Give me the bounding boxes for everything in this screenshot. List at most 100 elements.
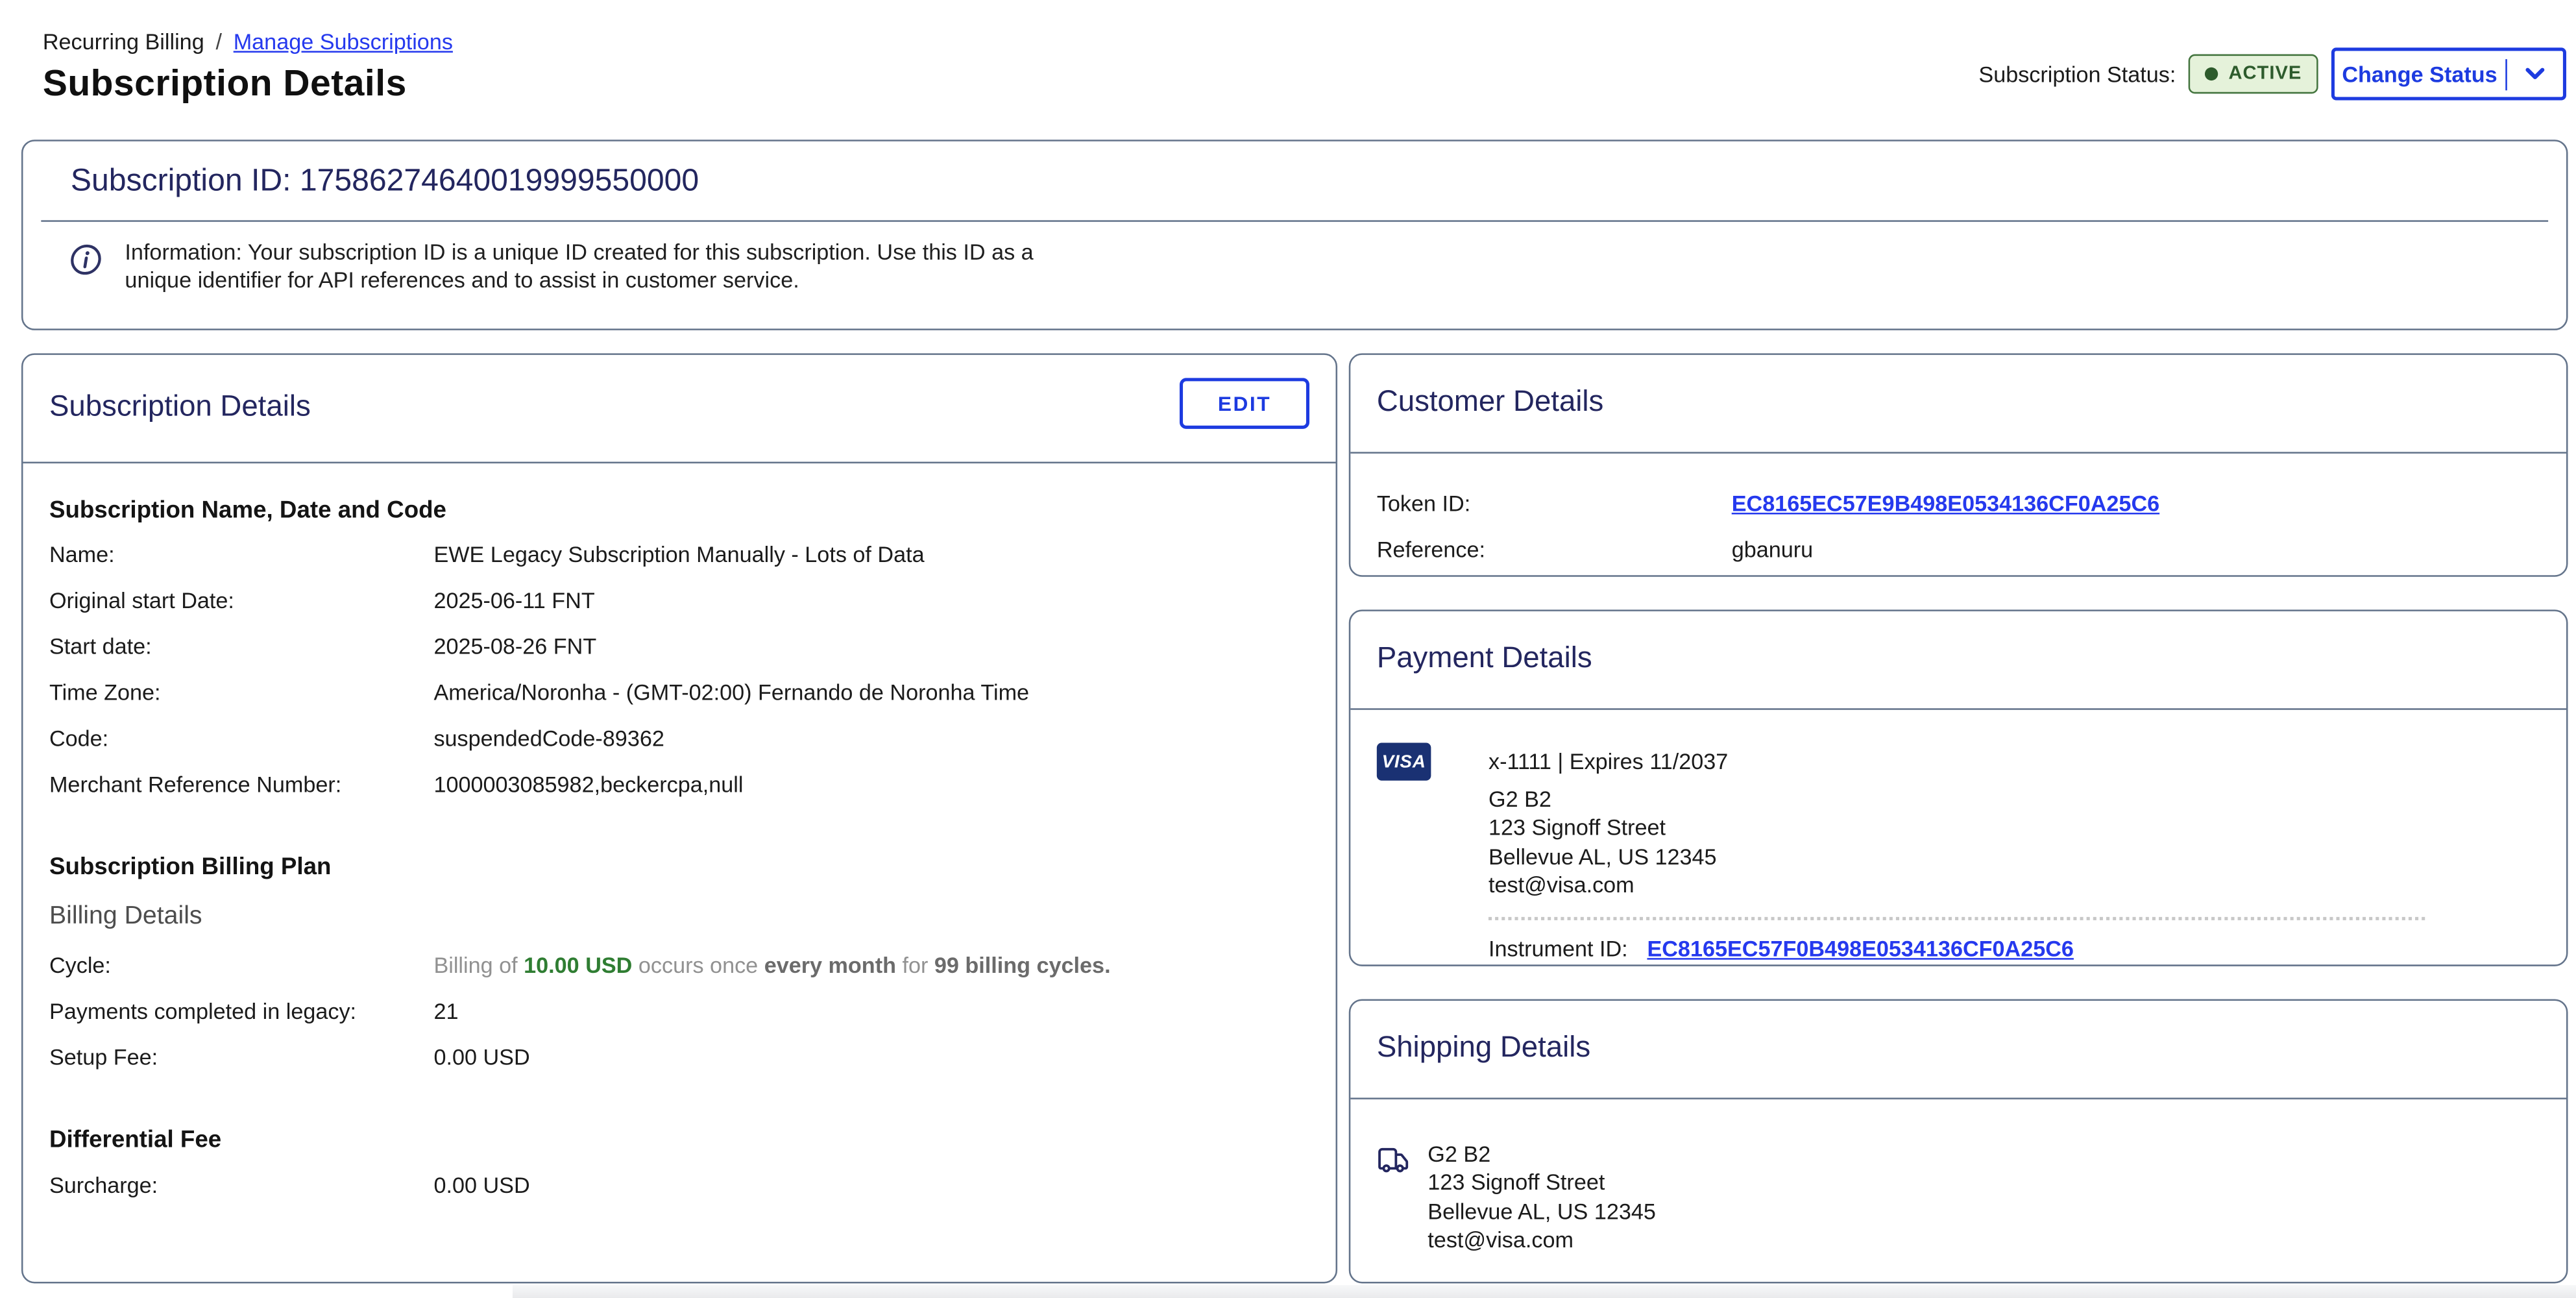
edit-button[interactable]: EDIT xyxy=(1180,378,1309,428)
field-row-merchant-reference: Merchant Reference Number: 1000003085982… xyxy=(49,771,1309,799)
status-badge-text: ACTIVE xyxy=(2228,64,2302,84)
subscription-status-bar: Subscription Status: ACTIVE Change Statu… xyxy=(1978,47,2566,100)
cycle-text: Billing of xyxy=(433,953,524,978)
field-row-token-id: Token ID: EC8165EC57E9B498E0534136CF0A25… xyxy=(1377,490,2540,518)
customer-details-header: Customer Details xyxy=(1350,355,2566,419)
field-label: Cycle: xyxy=(49,951,433,979)
address-line: Bellevue AL, US 12345 xyxy=(1428,1197,1656,1226)
cycle-text: occurs once xyxy=(632,953,764,978)
subscription-details-body: Subscription Name, Date and Code Name: E… xyxy=(23,463,1335,1199)
shipping-details-panel: Shipping Details xyxy=(1349,999,2568,1283)
section-title-differential-fee: Differential Fee xyxy=(49,1127,1309,1154)
bottom-shadow xyxy=(513,1285,2576,1298)
subscription-details-panel: Subscription Details EDIT Subscription N… xyxy=(21,353,1337,1283)
cycle-frequency: every month xyxy=(764,953,896,978)
change-status-label: Change Status xyxy=(2335,62,2505,86)
address-line: test@visa.com xyxy=(1428,1226,1656,1255)
field-row-original-start-date: Original start Date: 2025-06-11 FNT xyxy=(49,587,1309,615)
cycle-sentence: Billing of 10.00 USD occurs once every m… xyxy=(433,951,1110,979)
field-value: EWE Legacy Subscription Manually - Lots … xyxy=(433,541,924,569)
section-title-billing-plan: Subscription Billing Plan xyxy=(49,855,1309,881)
field-label: Surcharge: xyxy=(49,1171,433,1199)
chevron-down-icon[interactable] xyxy=(2507,62,2563,85)
field-row-cycle: Cycle: Billing of 10.00 USD occurs once … xyxy=(49,951,1309,979)
field-label: Original start Date: xyxy=(49,587,433,615)
field-label: Reference: xyxy=(1377,535,1732,563)
field-label: Payments completed in legacy: xyxy=(49,998,433,1025)
main-content: Subscription Details EDIT Subscription N… xyxy=(0,330,2576,1284)
field-value: 0.00 USD xyxy=(433,1044,529,1071)
field-value: 21 xyxy=(433,998,458,1025)
info-icon xyxy=(71,243,104,276)
info-text-line: unique identifier for API references and… xyxy=(125,267,1033,294)
field-row-code: Code: suspendedCode-89362 xyxy=(49,725,1309,753)
billing-details-subtitle: Billing Details xyxy=(49,902,1309,932)
field-value: America/Noronha - (GMT-02:00) Fernando d… xyxy=(433,679,1029,707)
billing-address: G2 B2 123 Signoff Street Bellevue AL, US… xyxy=(1488,785,2540,900)
topbar: Recurring Billing / Manage Subscriptions… xyxy=(0,0,2576,105)
status-dot-icon xyxy=(2205,67,2218,80)
field-row-setup-fee: Setup Fee: 0.00 USD xyxy=(49,1044,1309,1071)
field-label: Code: xyxy=(49,725,433,753)
info-text: Information: Your subscription ID is a u… xyxy=(125,240,1033,295)
shipping-details-heading: Shipping Details xyxy=(1377,1031,1590,1065)
field-value: gbanuru xyxy=(1732,535,1813,563)
subscription-id-card: Subscription ID: 17586274640019999550000… xyxy=(21,140,2568,330)
card-brand-column: VISA xyxy=(1377,742,1488,962)
token-id-link[interactable]: EC8165EC57E9B498E0534136CF0A25C6 xyxy=(1732,490,2159,518)
cycle-amount: 10.00 USD xyxy=(524,953,632,978)
field-value: 2025-06-11 FNT xyxy=(433,587,594,615)
shipping-details-header: Shipping Details xyxy=(1350,1001,2566,1065)
change-status-button[interactable]: Change Status xyxy=(2331,47,2566,100)
payment-info-column: x-1111 | Expires 11/2037 G2 B2 123 Signo… xyxy=(1488,742,2540,962)
card-number-expiry: x-1111 | Expires 11/2037 xyxy=(1488,742,2540,780)
field-row-time-zone: Time Zone: America/Noronha - (GMT-02:00)… xyxy=(49,679,1309,707)
truck-icon xyxy=(1377,1144,1410,1177)
address-line: G2 B2 xyxy=(1428,1140,1656,1169)
divider xyxy=(41,220,2548,222)
payment-card-block: VISA x-1111 | Expires 11/2037 G2 B2 123 … xyxy=(1377,729,2540,962)
field-label: Start date: xyxy=(49,633,433,661)
payment-details-panel: Payment Details VISA x-1111 | Expires 11… xyxy=(1349,609,2568,966)
status-badge: ACTIVE xyxy=(2189,55,2318,94)
subscription-status-label: Subscription Status: xyxy=(1978,62,2176,86)
subscription-details-heading: Subscription Details xyxy=(49,389,311,424)
payment-details-body: VISA x-1111 | Expires 11/2037 G2 B2 123 … xyxy=(1350,710,2566,962)
address-line: G2 B2 xyxy=(1488,785,2540,814)
page-title: Subscription Details xyxy=(43,62,453,105)
instrument-id-label: Instrument ID: xyxy=(1488,936,1628,961)
breadcrumb-section: Recurring Billing xyxy=(43,30,204,55)
breadcrumb-link-manage-subscriptions[interactable]: Manage Subscriptions xyxy=(234,30,453,55)
topbar-left: Recurring Billing / Manage Subscriptions… xyxy=(43,30,453,105)
info-message: Information: Your subscription ID is a u… xyxy=(41,240,2548,295)
page: Recurring Billing / Manage Subscriptions… xyxy=(0,0,2576,1295)
field-value: suspendedCode-89362 xyxy=(433,725,664,753)
address-line: test@visa.com xyxy=(1488,872,2540,900)
shipping-address-block: G2 B2 123 Signoff Street Bellevue AL, US… xyxy=(1377,1119,2540,1254)
field-row-payments-completed: Payments completed in legacy: 21 xyxy=(49,998,1309,1025)
shipping-address: G2 B2 123 Signoff Street Bellevue AL, US… xyxy=(1428,1140,1656,1254)
field-value: 2025-08-26 FNT xyxy=(433,633,596,661)
subscription-id-title: Subscription ID: 17586274640019999550000 xyxy=(41,164,2548,201)
payment-details-header: Payment Details xyxy=(1350,611,2566,676)
instrument-id-link[interactable]: EC8165EC57F0B498E0534136CF0A25C6 xyxy=(1647,936,2073,961)
right-column: Customer Details Token ID: EC8165EC57E9B… xyxy=(1349,353,2568,1283)
address-line: 123 Signoff Street xyxy=(1428,1169,1656,1197)
customer-details-panel: Customer Details Token ID: EC8165EC57E9B… xyxy=(1349,353,2568,576)
cycle-duration: 99 billing cycles. xyxy=(934,953,1111,978)
field-row-start-date: Start date: 2025-08-26 FNT xyxy=(49,633,1309,661)
field-label: Token ID: xyxy=(1377,490,1732,518)
shipping-details-body: G2 B2 123 Signoff Street Bellevue AL, US… xyxy=(1350,1099,2566,1254)
field-label: Time Zone: xyxy=(49,679,433,707)
field-label: Merchant Reference Number: xyxy=(49,771,433,799)
section-title-name-date-code: Subscription Name, Date and Code xyxy=(49,498,1309,524)
field-label: Setup Fee: xyxy=(49,1044,433,1071)
address-line: Bellevue AL, US 12345 xyxy=(1488,842,2540,871)
info-text-line: Information: Your subscription ID is a u… xyxy=(125,240,1033,267)
field-row-name: Name: EWE Legacy Subscription Manually -… xyxy=(49,541,1309,569)
customer-details-heading: Customer Details xyxy=(1377,384,1604,419)
field-label: Name: xyxy=(49,541,433,569)
breadcrumb: Recurring Billing / Manage Subscriptions xyxy=(43,30,453,55)
breadcrumb-separator: / xyxy=(215,30,222,55)
visa-logo-icon: VISA xyxy=(1377,742,1431,780)
